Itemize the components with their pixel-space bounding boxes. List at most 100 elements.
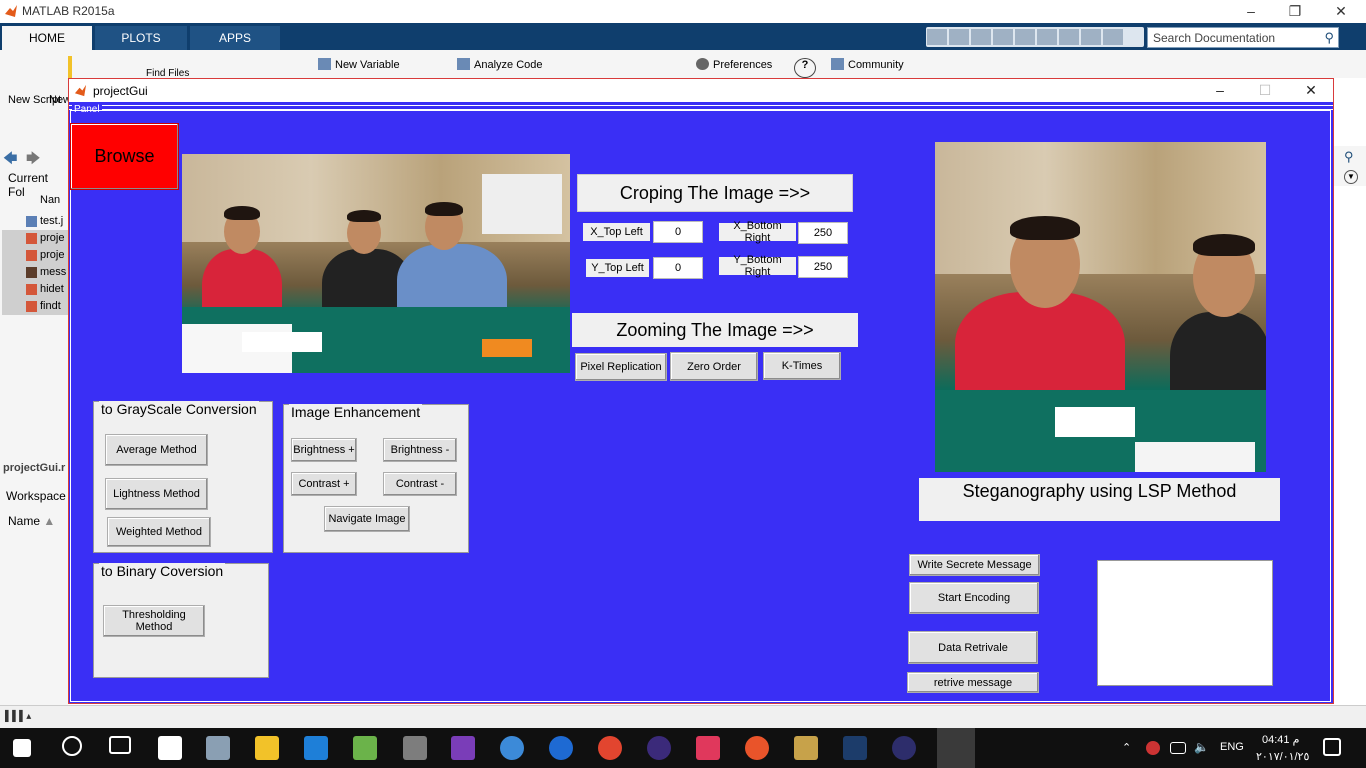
y-bottom-right-input[interactable]: 250 xyxy=(798,256,848,278)
image-file-icon xyxy=(26,267,37,278)
weighted-method-button[interactable]: Weighted Method xyxy=(107,517,211,547)
task-view-icon[interactable] xyxy=(109,736,131,754)
navigate-image-button[interactable]: Navigate Image xyxy=(324,506,410,532)
lightness-method-button[interactable]: Lightness Method xyxy=(105,478,208,510)
clock-date[interactable]: ٢٠١٧/٠١/٢٥ xyxy=(1256,750,1309,763)
windows-taskbar: ⌃ 🔈 xyxy=(0,728,1366,768)
minimize-icon[interactable]: – xyxy=(1228,2,1274,22)
file-row[interactable]: proje xyxy=(2,247,68,264)
sort-up-icon: ▲ xyxy=(43,514,56,528)
brightness-minus-button[interactable]: Brightness - xyxy=(383,438,457,462)
new-variable-button[interactable]: New Variable xyxy=(318,58,400,71)
panel-menu-icon[interactable]: ▼ xyxy=(1344,170,1358,184)
network-icon[interactable] xyxy=(1146,741,1160,755)
netbeans-icon[interactable] xyxy=(892,736,916,760)
eclipse-icon[interactable] xyxy=(647,736,671,760)
quick-access-toolbar xyxy=(926,27,1144,47)
help-circle-icon[interactable]: ? xyxy=(794,58,816,78)
data-retrival-button[interactable]: Data Retrivale xyxy=(908,631,1038,664)
android-studio-icon[interactable] xyxy=(353,736,377,760)
switch-windows-icon[interactable] xyxy=(1081,29,1101,45)
quick-access-icon[interactable] xyxy=(927,29,947,45)
community-button[interactable]: Community xyxy=(831,58,904,71)
close-icon[interactable]: ✕ xyxy=(1288,82,1334,100)
chrome-icon[interactable] xyxy=(598,736,622,760)
file-name: proje xyxy=(40,232,65,244)
preferences-label: Preferences xyxy=(713,59,773,71)
edge-icon[interactable] xyxy=(304,736,328,760)
visual-studio-icon[interactable] xyxy=(451,736,475,760)
search-icon[interactable] xyxy=(62,736,82,756)
back-arrow-icon[interactable]: 🡄 xyxy=(3,148,17,172)
file-row[interactable]: proje xyxy=(2,230,68,247)
tab-plots[interactable]: PLOTS xyxy=(95,26,187,50)
search-icon[interactable]: ⚲ xyxy=(1344,149,1354,165)
file-row[interactable]: hidet xyxy=(2,281,68,298)
close-icon[interactable]: ✕ xyxy=(1318,2,1364,22)
zero-order-button[interactable]: Zero Order xyxy=(670,352,758,381)
contrast-plus-button[interactable]: Contrast + xyxy=(291,472,357,496)
k-times-button[interactable]: K-Times xyxy=(763,352,841,380)
chevron-up-icon[interactable]: ⌃ xyxy=(1122,741,1134,754)
preferences-button[interactable]: Preferences xyxy=(696,58,772,71)
y-top-left-input[interactable]: 0 xyxy=(653,257,703,279)
picture-viewer-icon[interactable] xyxy=(206,736,230,760)
maximize-icon[interactable]: ☐ xyxy=(1242,82,1288,100)
analyze-code-button[interactable]: Analyze Code xyxy=(457,58,543,71)
battery-icon[interactable] xyxy=(1170,742,1186,754)
matlab-title-bar: MATLAB R2015a – ❐ ✕ xyxy=(0,0,1366,23)
tab-apps[interactable]: APPS xyxy=(190,26,280,50)
x-top-left-input[interactable]: 0 xyxy=(653,221,703,243)
volume-icon[interactable]: 🔈 xyxy=(1194,740,1209,754)
browser-icon[interactable] xyxy=(500,736,524,760)
search-icon[interactable]: ⚲ xyxy=(1324,30,1334,46)
firefox-icon[interactable] xyxy=(549,736,573,760)
undo-icon[interactable] xyxy=(1037,29,1057,45)
save-icon[interactable] xyxy=(949,29,969,45)
pixel-replication-button[interactable]: Pixel Replication xyxy=(575,353,667,381)
file-explorer-icon[interactable] xyxy=(255,736,279,760)
start-encoding-button[interactable]: Start Encoding xyxy=(909,582,1039,614)
message-textbox[interactable] xyxy=(1097,560,1273,686)
clock-time[interactable]: 04:41 م xyxy=(1262,733,1299,746)
m-file-icon xyxy=(26,301,37,312)
language-indicator[interactable]: ENG xyxy=(1220,741,1244,753)
notifications-icon[interactable] xyxy=(1323,738,1341,756)
database-icon[interactable] xyxy=(403,736,427,760)
tab-home[interactable]: HOME xyxy=(2,26,92,50)
browse-button[interactable]: Browse xyxy=(70,123,179,190)
paste-icon[interactable] xyxy=(1015,29,1035,45)
copy-icon[interactable] xyxy=(993,29,1013,45)
workspace-name-label: Name xyxy=(8,514,41,528)
file-row[interactable]: findt xyxy=(2,298,68,315)
brightness-plus-button[interactable]: Brightness + xyxy=(291,438,357,462)
thresholding-method-button[interactable]: Thresholding Method xyxy=(103,605,205,637)
average-method-button[interactable]: Average Method xyxy=(105,434,208,466)
sublime-icon[interactable] xyxy=(794,736,818,760)
matlab-taskbar-icon[interactable] xyxy=(937,728,975,768)
contrast-minus-button[interactable]: Contrast - xyxy=(383,472,457,496)
redo-icon[interactable] xyxy=(1059,29,1079,45)
name-column-header[interactable]: Nan xyxy=(2,192,68,209)
store-icon[interactable] xyxy=(158,736,182,760)
intellij-icon[interactable] xyxy=(696,736,720,760)
windows-start-icon[interactable] xyxy=(13,739,31,757)
workspace-name-header[interactable]: Name ▲ xyxy=(8,514,55,528)
file-name: hidet xyxy=(40,283,64,295)
restore-icon[interactable]: ❐ xyxy=(1272,2,1318,22)
right-tools: ⚲ ▼ xyxy=(1332,146,1366,186)
cut-icon[interactable] xyxy=(971,29,991,45)
file-row[interactable]: mess xyxy=(2,264,68,281)
projectgui-title: projectGui xyxy=(93,84,148,98)
sql-icon[interactable] xyxy=(843,736,867,760)
forward-arrow-icon[interactable]: 🡆 xyxy=(26,148,40,172)
minimize-icon[interactable]: – xyxy=(1197,82,1243,100)
retrive-message-button[interactable]: retrive message xyxy=(907,672,1039,693)
search-documentation-input[interactable]: Search Documentation ⚲ xyxy=(1147,27,1339,48)
write-message-button[interactable]: Write Secrete Message xyxy=(909,554,1040,576)
x-bottom-right-input[interactable]: 250 xyxy=(798,222,848,244)
status-grip-icon: ▌▌▌▴ xyxy=(5,711,32,722)
feather-icon[interactable] xyxy=(745,736,769,760)
file-row[interactable]: test.j xyxy=(2,213,68,230)
help-icon[interactable] xyxy=(1103,29,1123,45)
